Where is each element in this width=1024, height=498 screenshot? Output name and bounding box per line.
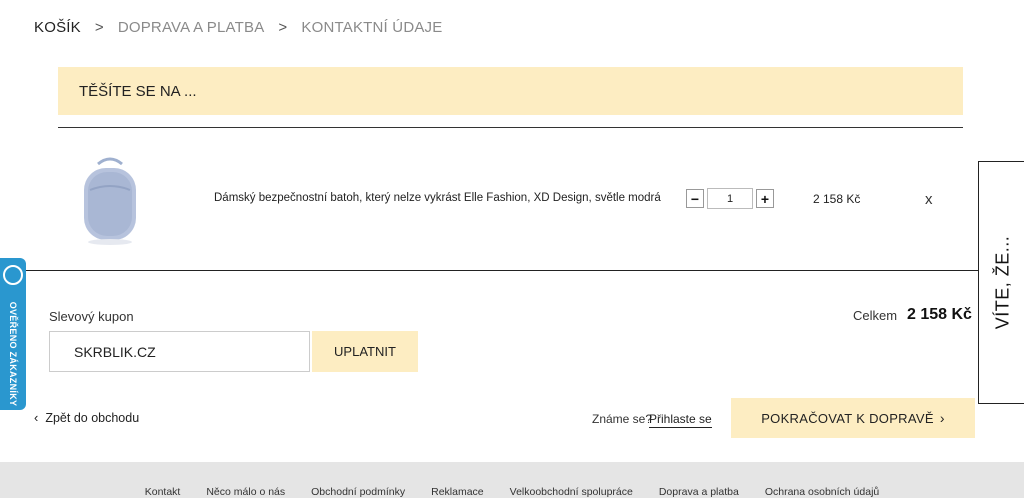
- continue-to-shipping-button[interactable]: POKRAČOVAT K DOPRAVĚ ›: [731, 398, 975, 438]
- footer-link-complaints[interactable]: Reklamace: [431, 486, 484, 498]
- apply-coupon-button[interactable]: UPLATNIT: [312, 331, 418, 372]
- divider: [0, 270, 980, 271]
- divider: [58, 127, 963, 128]
- continue-label: POKRAČOVAT K DOPRAVĚ: [761, 410, 934, 426]
- footer-link-shipping[interactable]: Doprava a platba: [659, 486, 739, 498]
- login-link[interactable]: Přihlaste se: [649, 412, 712, 428]
- chevron-right-icon: >: [278, 19, 288, 36]
- coupon-label: Slevový kupon: [49, 309, 134, 324]
- quantity-input[interactable]: [707, 188, 753, 209]
- quantity-increase-button[interactable]: +: [756, 189, 774, 208]
- back-to-shop-label: Zpět do obchodu: [45, 410, 140, 425]
- breadcrumb-step-contact[interactable]: KONTAKTNÍ ÚDAJE: [301, 19, 442, 36]
- chevron-right-icon: >: [94, 19, 104, 36]
- footer: Kontakt Něco málo o nás Obchodní podmínk…: [0, 462, 1024, 498]
- total-label: Celkem: [853, 308, 898, 323]
- product-name[interactable]: Dámský bezpečnostní batoh, který nelze v…: [214, 192, 661, 204]
- did-you-know-label: VÍTE, ŽE...: [992, 235, 1013, 330]
- coupon-input[interactable]: [49, 331, 310, 372]
- backpack-image: [84, 157, 136, 245]
- footer-link-terms[interactable]: Obchodní podmínky: [311, 486, 405, 498]
- login-question: Známe se?: [592, 412, 653, 426]
- chevron-left-icon: ‹: [34, 410, 39, 425]
- quantity-decrease-button[interactable]: −: [686, 189, 704, 208]
- seal-icon: [3, 265, 23, 285]
- footer-link-contact[interactable]: Kontakt: [145, 486, 181, 498]
- back-to-shop-link[interactable]: ‹ Zpět do obchodu: [34, 410, 139, 425]
- footer-link-about[interactable]: Něco málo o nás: [206, 486, 285, 498]
- verified-by-customers-badge[interactable]: OVĚŘENO ZÁKAZNÍKY: [0, 258, 26, 410]
- breadcrumb: KOŠÍK > DOPRAVA A PLATBA > KONTAKTNÍ ÚDA…: [34, 19, 442, 36]
- footer-link-wholesale[interactable]: Velkoobchodní spolupráce: [510, 486, 633, 498]
- promo-banner[interactable]: TĚŠÍTE SE NA ...: [58, 67, 963, 115]
- remove-item-button[interactable]: x: [925, 191, 933, 208]
- total-value: 2 158 Kč: [907, 306, 972, 323]
- item-price: 2 158 Kč: [813, 192, 861, 206]
- breadcrumb-step-shipping[interactable]: DOPRAVA A PLATBA: [118, 19, 265, 36]
- promo-banner-text: TĚŠÍTE SE NA ...: [79, 82, 197, 100]
- did-you-know-tab[interactable]: VÍTE, ŽE...: [978, 161, 1024, 404]
- footer-link-privacy[interactable]: Ochrana osobních údajů: [765, 486, 879, 498]
- verified-label: OVĚŘENO ZÁKAZNÍKY: [8, 301, 18, 407]
- breadcrumb-step-cart[interactable]: KOŠÍK: [34, 19, 81, 36]
- footer-links: Kontakt Něco málo o nás Obchodní podmínk…: [0, 486, 1024, 498]
- chevron-right-icon: ›: [939, 410, 945, 426]
